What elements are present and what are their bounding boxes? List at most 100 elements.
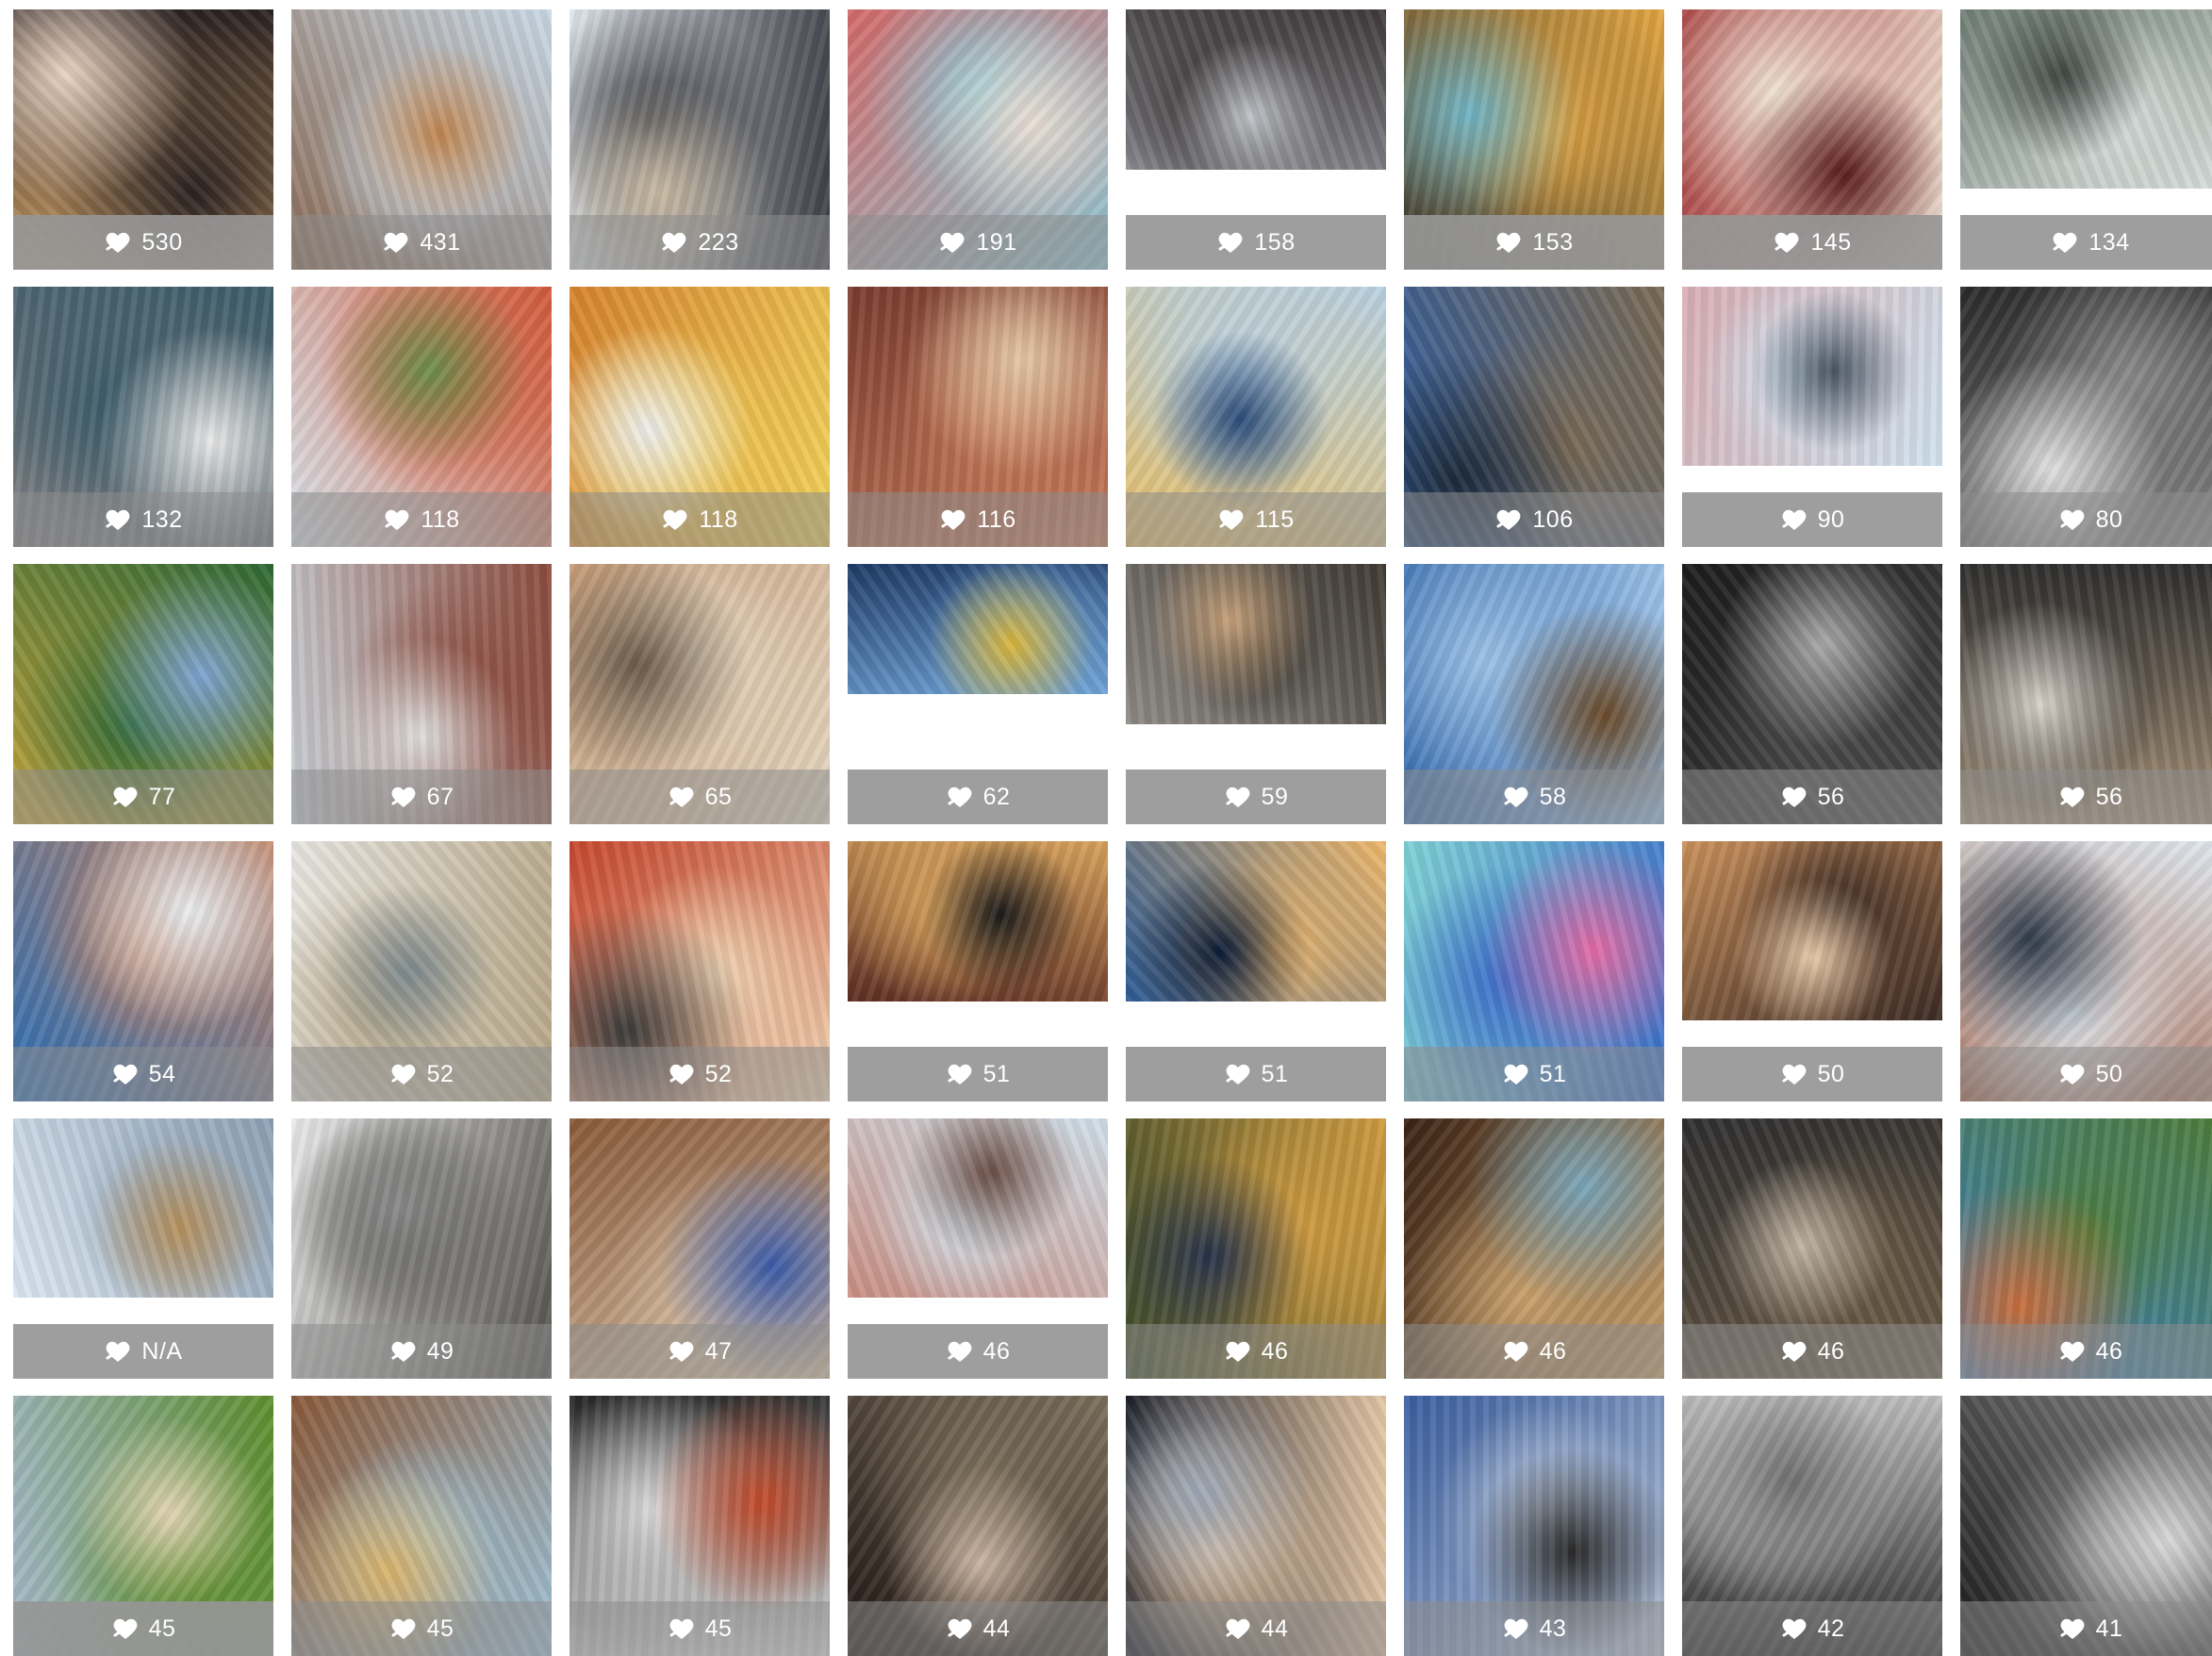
gallery-tile[interactable]: 62	[848, 564, 1108, 824]
like-count-bar[interactable]: 67	[291, 770, 552, 824]
gallery-tile[interactable]: 80	[1960, 287, 2212, 547]
like-count-bar[interactable]: 56	[1960, 770, 2212, 824]
gallery-tile[interactable]: 44	[848, 1396, 1108, 1656]
gallery-tile[interactable]: 43	[1404, 1396, 1664, 1656]
gallery-tile[interactable]: 45	[291, 1396, 552, 1656]
like-count-bar[interactable]: 106	[1404, 492, 1664, 547]
like-count-bar[interactable]: 158	[1126, 215, 1386, 270]
gallery-tile[interactable]: 153	[1404, 9, 1664, 270]
gallery-photo[interactable]	[848, 841, 1108, 1002]
gallery-tile[interactable]: 47	[570, 1118, 830, 1379]
gallery-photo[interactable]	[848, 1118, 1108, 1298]
like-count-bar[interactable]: 46	[1404, 1324, 1664, 1379]
like-count-bar[interactable]: 115	[1126, 492, 1386, 547]
like-count-bar[interactable]: 58	[1404, 770, 1664, 824]
like-count-bar[interactable]: 223	[570, 215, 830, 270]
like-count-bar[interactable]: 45	[13, 1601, 273, 1656]
gallery-photo[interactable]	[1682, 841, 1942, 1020]
like-count-bar[interactable]: 145	[1682, 215, 1942, 270]
like-count-bar[interactable]: 62	[848, 770, 1108, 824]
like-count-bar[interactable]: 45	[570, 1601, 830, 1656]
like-count-bar[interactable]: 132	[13, 492, 273, 547]
gallery-tile[interactable]: 59	[1126, 564, 1386, 824]
like-count-bar[interactable]: 50	[1682, 1047, 1942, 1101]
like-count-bar[interactable]: 50	[1960, 1047, 2212, 1101]
gallery-tile[interactable]: 530	[13, 9, 273, 270]
like-count-bar[interactable]: 52	[570, 1047, 830, 1101]
like-count-bar[interactable]: 51	[848, 1047, 1108, 1101]
like-count-bar[interactable]: 54	[13, 1047, 273, 1101]
gallery-tile[interactable]: 77	[13, 564, 273, 824]
like-count-bar[interactable]: 44	[848, 1601, 1108, 1656]
like-count-bar[interactable]: N/A	[13, 1324, 273, 1379]
like-count-bar[interactable]: 45	[291, 1601, 552, 1656]
gallery-tile[interactable]: 65	[570, 564, 830, 824]
gallery-tile[interactable]: 145	[1682, 9, 1942, 270]
gallery-tile[interactable]: N/A	[13, 1118, 273, 1379]
gallery-tile[interactable]: 56	[1960, 564, 2212, 824]
like-count-bar[interactable]: 46	[1960, 1324, 2212, 1379]
gallery-tile[interactable]: 58	[1404, 564, 1664, 824]
gallery-tile[interactable]: 46	[1126, 1118, 1386, 1379]
gallery-photo[interactable]	[1126, 564, 1386, 724]
gallery-tile[interactable]: 90	[1682, 287, 1942, 547]
like-count-bar[interactable]: 153	[1404, 215, 1664, 270]
gallery-photo[interactable]	[13, 1118, 273, 1298]
gallery-tile[interactable]: 46	[1404, 1118, 1664, 1379]
like-count-bar[interactable]: 51	[1126, 1047, 1386, 1101]
gallery-tile[interactable]: 118	[570, 287, 830, 547]
like-count-bar[interactable]: 191	[848, 215, 1108, 270]
gallery-tile[interactable]: 52	[570, 841, 830, 1101]
gallery-tile[interactable]: 158	[1126, 9, 1386, 270]
gallery-tile[interactable]: 191	[848, 9, 1108, 270]
like-count-bar[interactable]: 51	[1404, 1047, 1664, 1101]
gallery-tile[interactable]: 42	[1682, 1396, 1942, 1656]
like-count-bar[interactable]: 90	[1682, 492, 1942, 547]
gallery-photo[interactable]	[1682, 287, 1942, 466]
gallery-tile[interactable]: 132	[13, 287, 273, 547]
gallery-tile[interactable]: 56	[1682, 564, 1942, 824]
gallery-tile[interactable]: 41	[1960, 1396, 2212, 1656]
like-count-bar[interactable]: 59	[1126, 770, 1386, 824]
gallery-tile[interactable]: 118	[291, 287, 552, 547]
like-count-bar[interactable]: 44	[1126, 1601, 1386, 1656]
gallery-tile[interactable]: 115	[1126, 287, 1386, 547]
like-count-bar[interactable]: 47	[570, 1324, 830, 1379]
like-count-bar[interactable]: 80	[1960, 492, 2212, 547]
gallery-tile[interactable]: 51	[1404, 841, 1664, 1101]
like-count-bar[interactable]: 46	[1682, 1324, 1942, 1379]
like-count-bar[interactable]: 43	[1404, 1601, 1664, 1656]
gallery-tile[interactable]: 134	[1960, 9, 2212, 270]
gallery-tile[interactable]: 44	[1126, 1396, 1386, 1656]
gallery-photo[interactable]	[1960, 9, 2212, 189]
gallery-photo[interactable]	[1126, 841, 1386, 1002]
gallery-photo[interactable]	[1126, 9, 1386, 170]
gallery-tile[interactable]: 50	[1682, 841, 1942, 1101]
gallery-tile[interactable]: 46	[1682, 1118, 1942, 1379]
gallery-tile[interactable]: 49	[291, 1118, 552, 1379]
gallery-tile[interactable]: 45	[13, 1396, 273, 1656]
like-count-bar[interactable]: 46	[848, 1324, 1108, 1379]
like-count-bar[interactable]: 56	[1682, 770, 1942, 824]
gallery-tile[interactable]: 51	[848, 841, 1108, 1101]
gallery-tile[interactable]: 46	[848, 1118, 1108, 1379]
gallery-tile[interactable]: 116	[848, 287, 1108, 547]
like-count-bar[interactable]: 46	[1126, 1324, 1386, 1379]
gallery-tile[interactable]: 52	[291, 841, 552, 1101]
gallery-photo[interactable]	[848, 564, 1108, 694]
like-count-bar[interactable]: 118	[291, 492, 552, 547]
like-count-bar[interactable]: 49	[291, 1324, 552, 1379]
like-count-bar[interactable]: 530	[13, 215, 273, 270]
like-count-bar[interactable]: 118	[570, 492, 830, 547]
gallery-tile[interactable]: 106	[1404, 287, 1664, 547]
like-count-bar[interactable]: 431	[291, 215, 552, 270]
gallery-tile[interactable]: 223	[570, 9, 830, 270]
gallery-tile[interactable]: 45	[570, 1396, 830, 1656]
like-count-bar[interactable]: 77	[13, 770, 273, 824]
gallery-tile[interactable]: 67	[291, 564, 552, 824]
gallery-tile[interactable]: 54	[13, 841, 273, 1101]
gallery-tile[interactable]: 50	[1960, 841, 2212, 1101]
like-count-bar[interactable]: 42	[1682, 1601, 1942, 1656]
gallery-tile[interactable]: 431	[291, 9, 552, 270]
gallery-tile[interactable]: 51	[1126, 841, 1386, 1101]
